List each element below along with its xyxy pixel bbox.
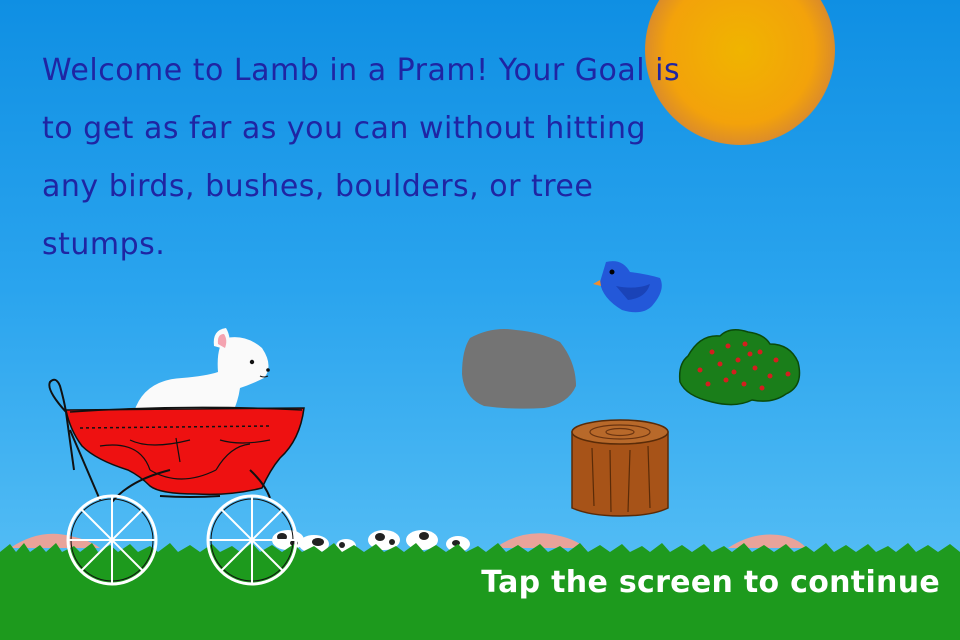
pram-wheel-icon: [66, 494, 158, 586]
intro-message: Welcome to Lamb in a Pram! Your Goal is …: [42, 53, 681, 262]
boulder-icon: [462, 329, 576, 409]
tap-to-continue-prompt[interactable]: Tap the screen to continue: [481, 565, 940, 600]
pram-wheel-icon: [206, 494, 298, 586]
game-screen[interactable]: Welcome to Lamb in a Pram! Your Goal is …: [0, 0, 960, 640]
lamb-icon: [134, 328, 270, 414]
tree-stump-icon: [571, 419, 669, 517]
bush-icon: [678, 329, 801, 406]
